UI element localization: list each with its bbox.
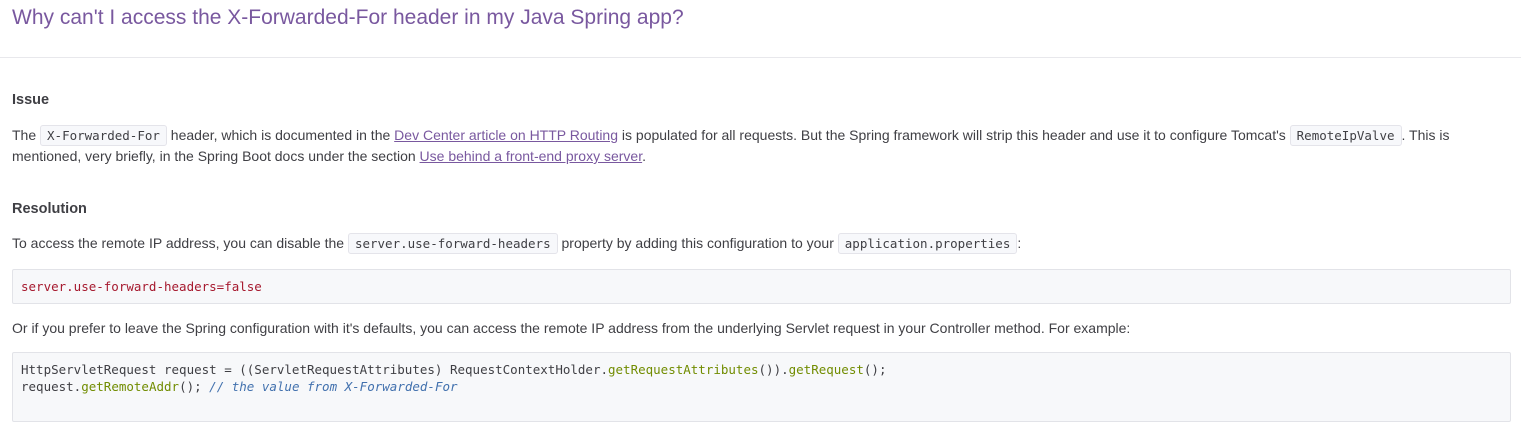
remote-ip-valve-code: RemoteIpValve (1289, 125, 1402, 146)
resolution-paragraph: To access the remote IP address, you can… (12, 233, 1507, 254)
application-properties-code: application.properties (837, 233, 1018, 254)
issue-text-1: The (12, 127, 41, 143)
resolution-text-1: To access the remote IP address, you can… (12, 235, 348, 251)
dev-center-http-routing-link[interactable]: Dev Center article on HTTP Routing (394, 127, 618, 143)
resolution-paragraph-2: Or if you prefer to leave the Spring con… (12, 320, 1131, 336)
code-method-token: getRemoteAddr (81, 379, 180, 394)
java-code-block: HttpServletRequest request = ((ServletRe… (12, 352, 1511, 422)
issue-text-2: header, which is documented in the (166, 127, 395, 143)
resolution-heading: Resolution (12, 201, 87, 217)
code-token: (); (179, 379, 210, 394)
front-end-proxy-server-link[interactable]: Use behind a front-end proxy server (420, 148, 643, 164)
title-divider (0, 57, 1521, 58)
resolution-text-3: : (1017, 235, 1022, 251)
issue-paragraph: The X-Forwarded-For header, which is doc… (12, 125, 1507, 167)
use-forward-headers-code: server.use-forward-headers (347, 233, 558, 254)
resolution-text-2: property by adding this configuration to… (557, 235, 838, 251)
code-method-token: getRequestAttributes (608, 362, 759, 377)
page-title: Why can't I access the X-Forwarded-For h… (12, 6, 684, 29)
issue-heading: Issue (12, 92, 50, 108)
x-forwarded-for-code: X-Forwarded-For (40, 125, 167, 146)
code-method-token: getRequest (788, 362, 864, 377)
code-token: request. (21, 379, 82, 394)
code-token: (); (863, 362, 887, 377)
code-comment: // the value from X-Forwarded-For (209, 379, 458, 394)
code-token: HttpServletRequest request = ((ServletRe… (21, 362, 608, 377)
code-token: ()). (758, 362, 789, 377)
issue-text-5: . (642, 148, 646, 164)
issue-text-3: is populated for all requests. But the S… (618, 127, 1290, 143)
config-code-block: server.use-forward-headers=false (12, 269, 1511, 304)
